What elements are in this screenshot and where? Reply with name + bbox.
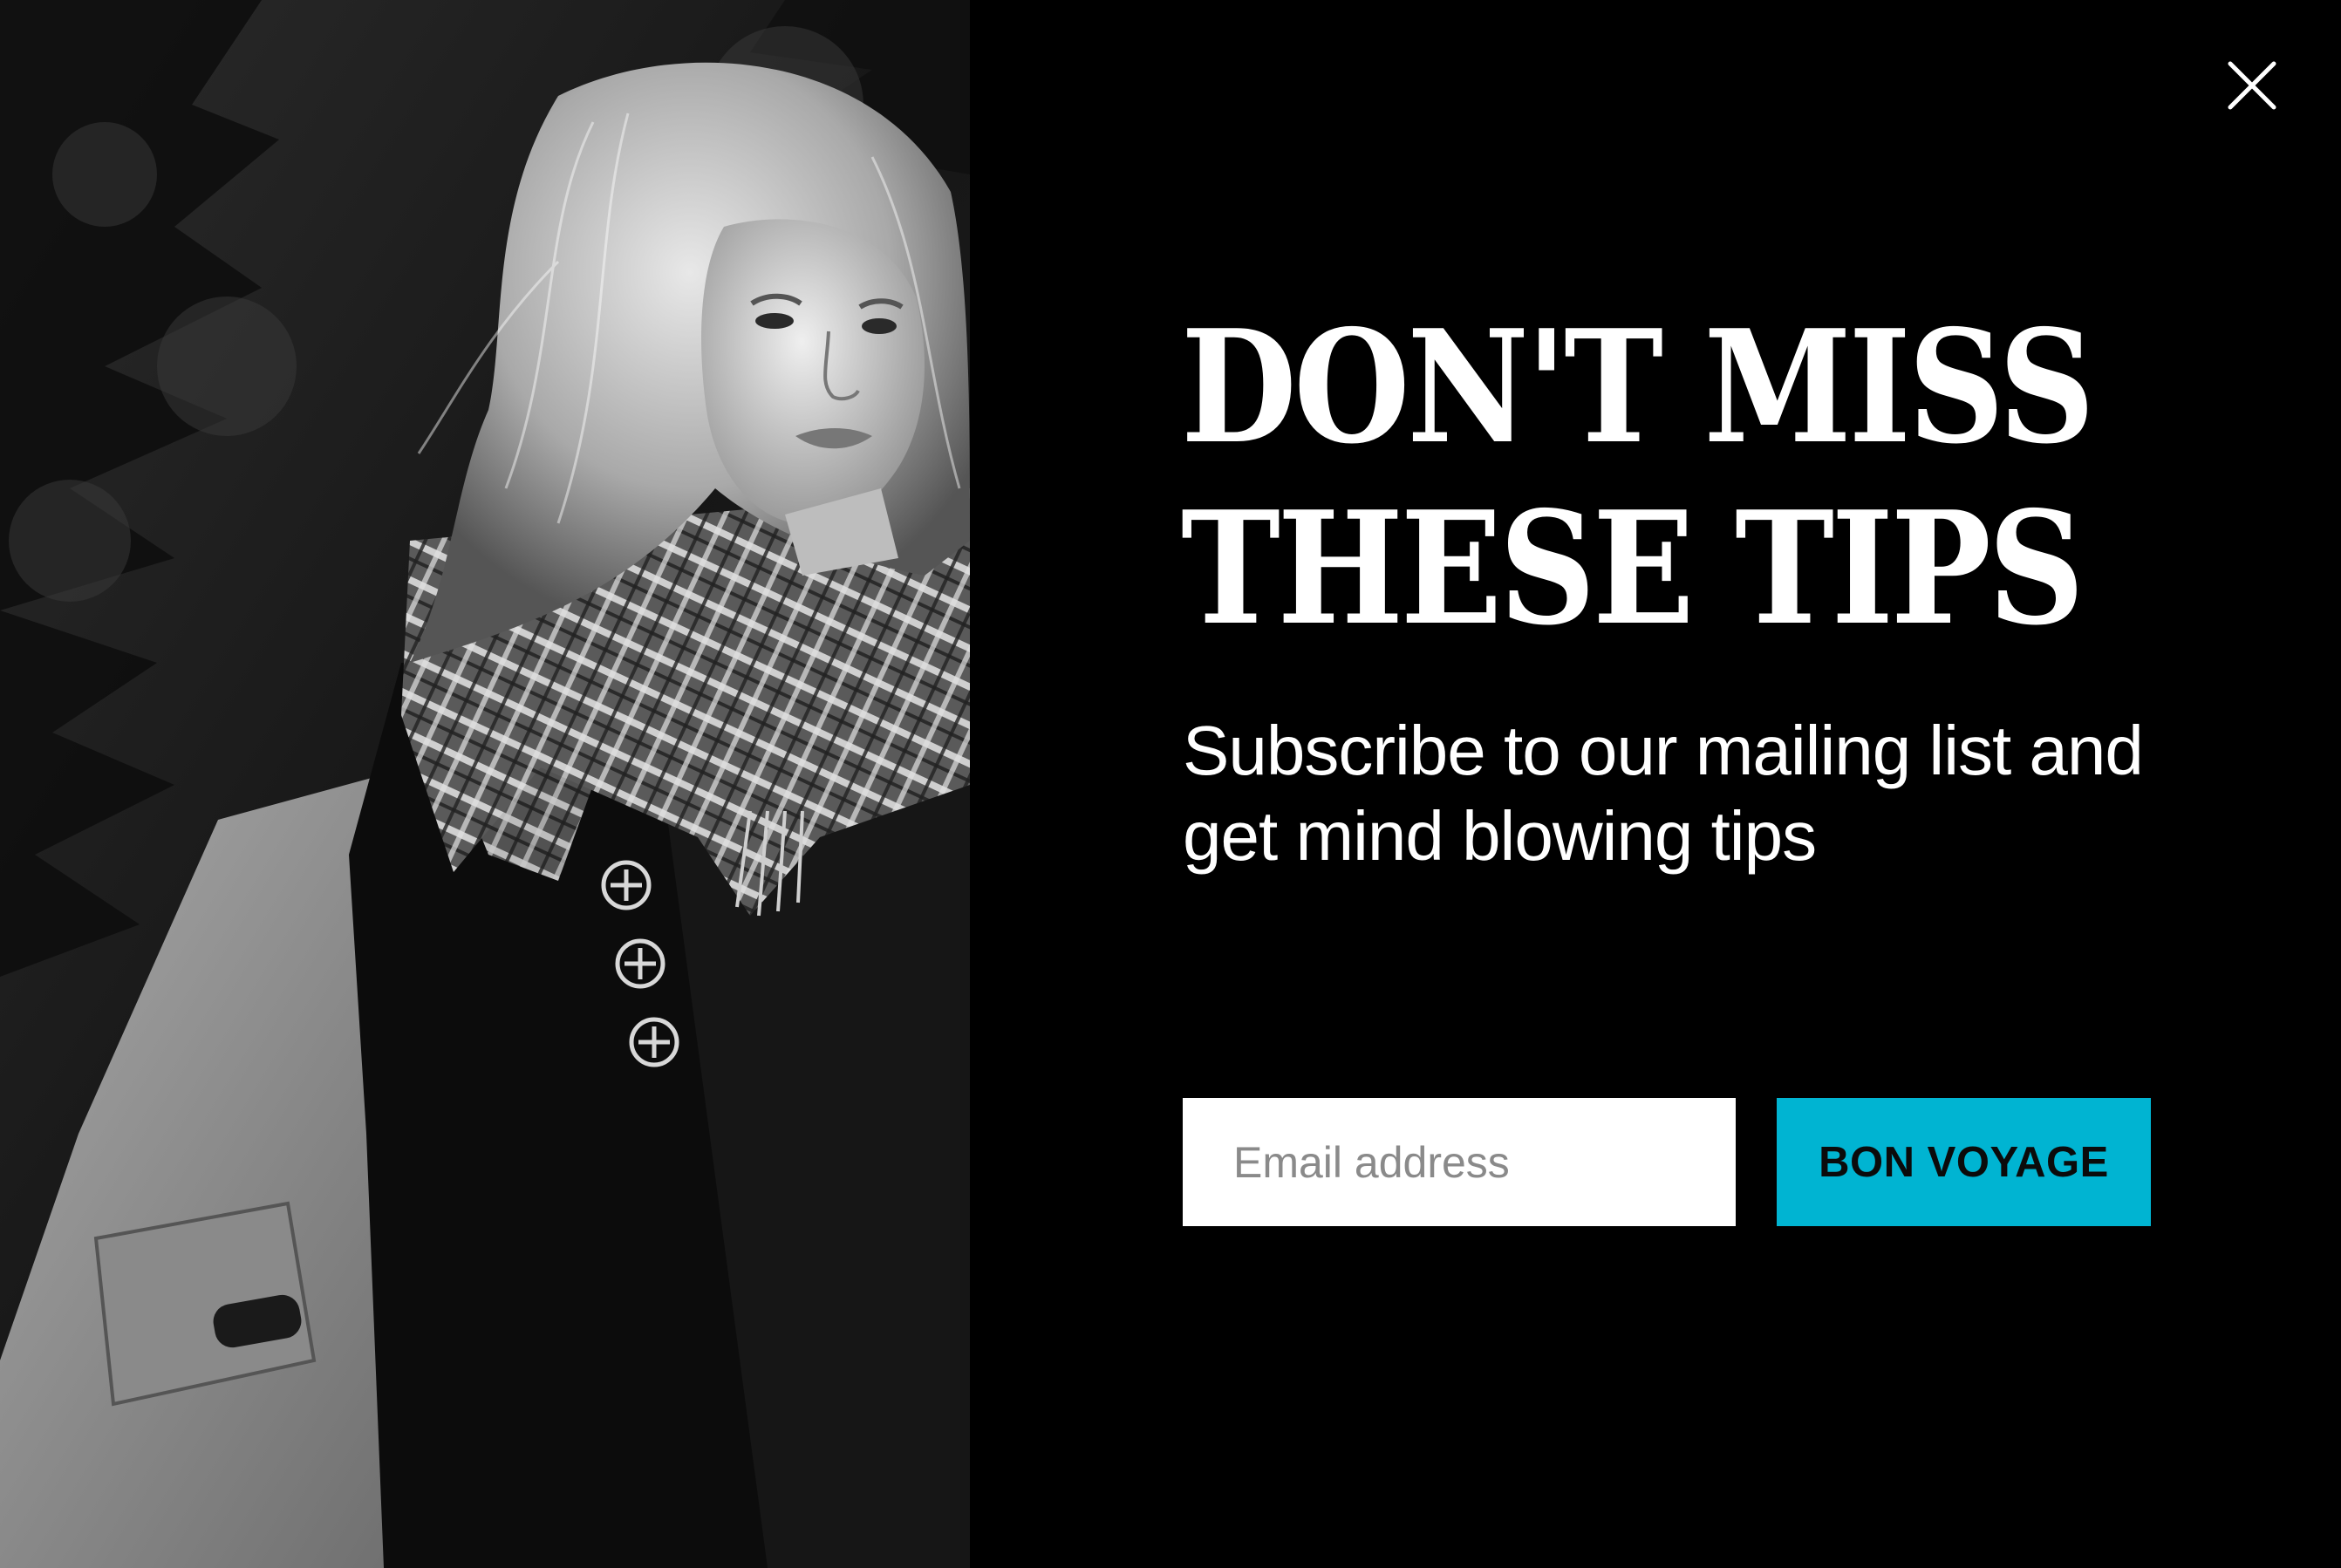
headline: DON'T MISS THESE TIPS	[1181, 296, 2095, 659]
hero-photo	[0, 0, 970, 1568]
subscribe-popup: DON'T MISS THESE TIPS Subscribe to our m…	[0, 0, 2341, 1568]
headline-line-1: DON'T MISS	[1181, 296, 2095, 478]
signup-form: BON VOYAGE	[1183, 1098, 2151, 1226]
email-input[interactable]	[1183, 1098, 1736, 1226]
bon-voyage-button[interactable]: BON VOYAGE	[1777, 1098, 2151, 1226]
headline-line-2: THESE TIPS	[1181, 477, 2085, 659]
subtitle: Subscribe to our mailing list and get mi…	[1183, 712, 2144, 875]
close-button[interactable]	[2228, 61, 2276, 110]
close-icon	[2228, 61, 2276, 110]
